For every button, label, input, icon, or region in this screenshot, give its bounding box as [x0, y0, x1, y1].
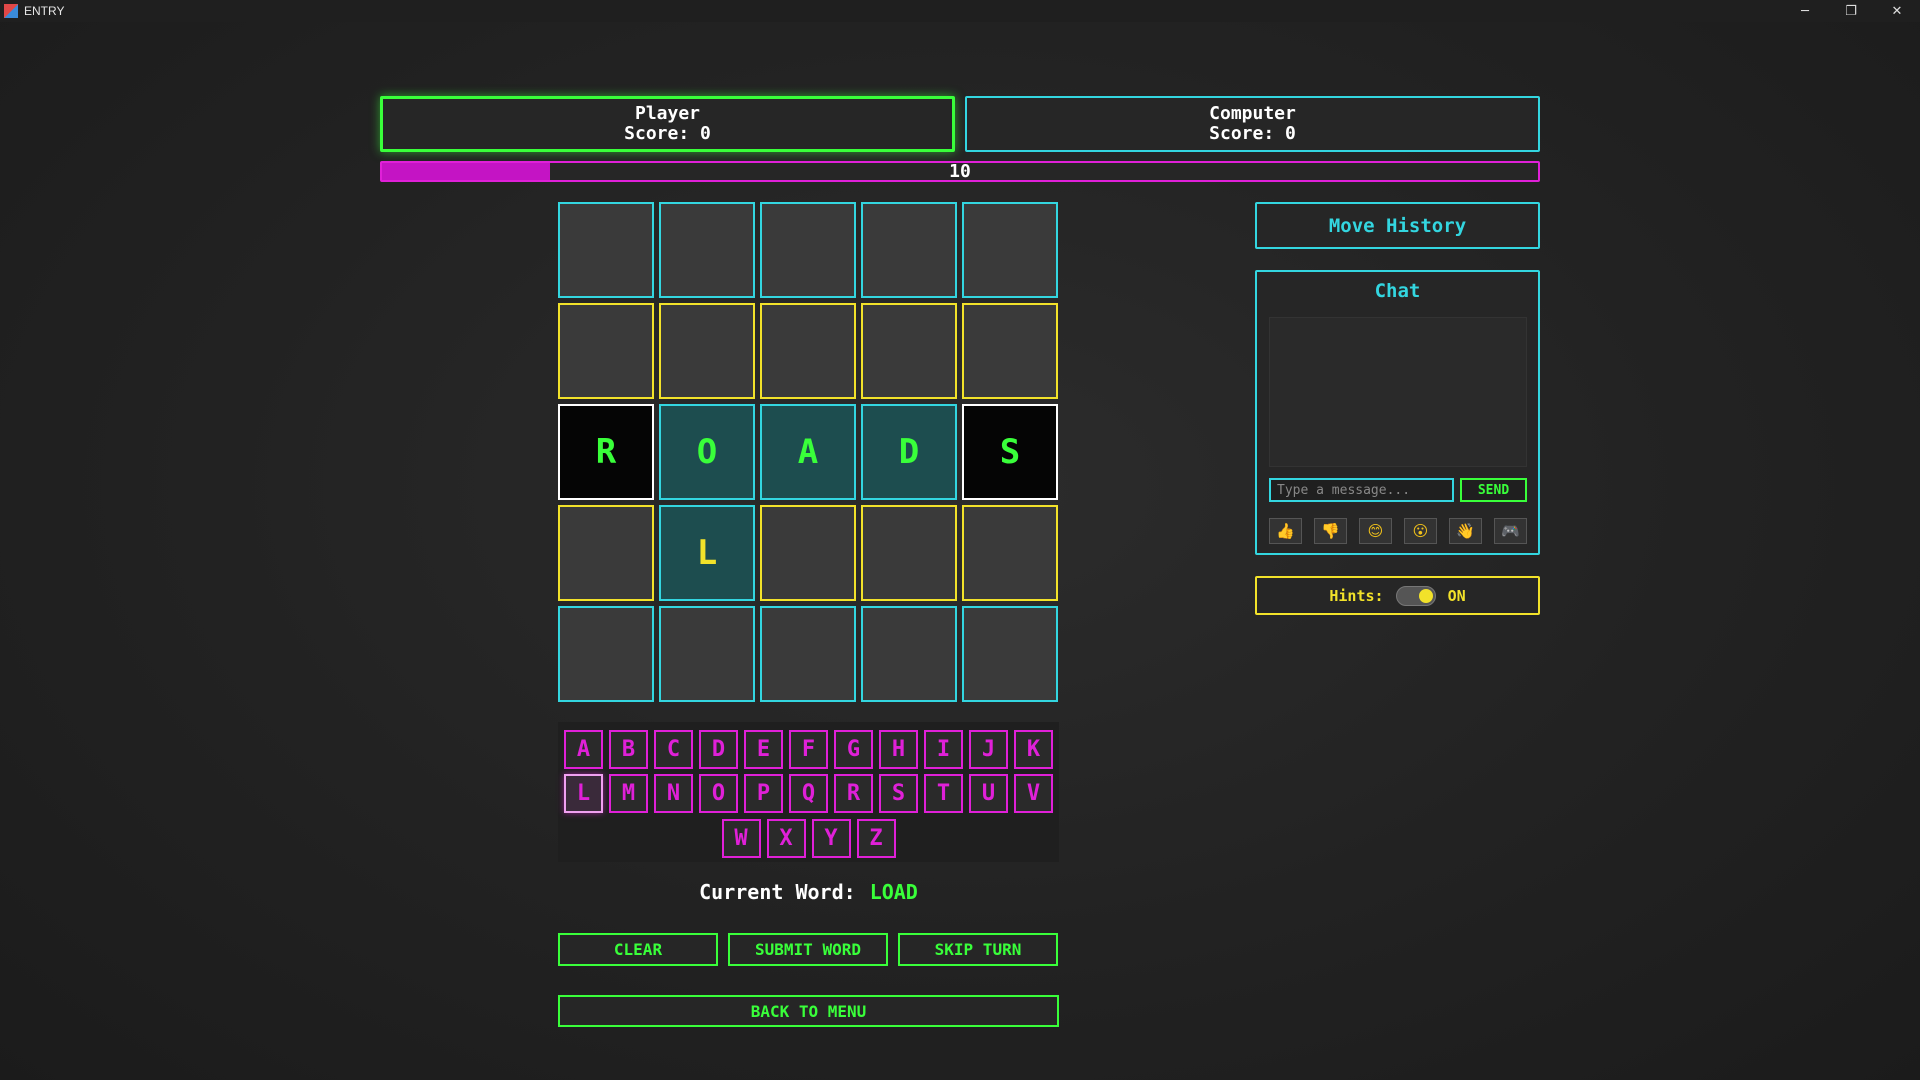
- player-name: Player: [634, 103, 701, 124]
- move-history-title: Move History: [1328, 214, 1467, 237]
- submit-word-button[interactable]: SUBMIT WORD: [728, 933, 888, 966]
- key-h[interactable]: H: [879, 730, 918, 769]
- window-title: ENTRY: [24, 4, 65, 18]
- turn-timer-value: 10: [949, 161, 971, 182]
- window-titlebar: ENTRY ─ ❐ ✕: [0, 0, 1920, 22]
- board-cell[interactable]: [861, 303, 957, 399]
- board-cell[interactable]: O: [659, 404, 755, 500]
- board-cell[interactable]: [962, 606, 1058, 702]
- board-cell[interactable]: [558, 303, 654, 399]
- skip-turn-button[interactable]: SKIP TURN: [898, 933, 1058, 966]
- game-board: ROADS L: [558, 202, 1059, 702]
- key-z[interactable]: Z: [856, 819, 896, 858]
- key-t[interactable]: T: [924, 774, 963, 813]
- key-m[interactable]: M: [609, 774, 648, 813]
- board-cell[interactable]: [760, 303, 856, 399]
- thumbs-up-icon[interactable]: 👍: [1269, 518, 1302, 544]
- board-cell[interactable]: [861, 606, 957, 702]
- board-cell[interactable]: [558, 606, 654, 702]
- key-c[interactable]: C: [654, 730, 693, 769]
- keyboard-row: ABCDEFGHIJK: [558, 730, 1059, 769]
- wave-icon[interactable]: 👋: [1449, 518, 1482, 544]
- key-i[interactable]: I: [924, 730, 963, 769]
- computer-score-box: Computer Score: 0: [965, 96, 1540, 152]
- key-l[interactable]: L: [564, 774, 603, 813]
- player-score-box: Player Score: 0: [380, 96, 955, 152]
- board-cell[interactable]: [760, 505, 856, 601]
- key-b[interactable]: B: [609, 730, 648, 769]
- player-score: Score: 0: [624, 123, 711, 144]
- key-v[interactable]: V: [1014, 774, 1053, 813]
- send-button[interactable]: SEND: [1460, 478, 1527, 502]
- computer-name: Computer: [1209, 103, 1296, 124]
- thumbs-down-icon[interactable]: 👎: [1314, 518, 1347, 544]
- turn-timer-bar: 10: [380, 161, 1540, 182]
- hints-toggle[interactable]: [1395, 585, 1436, 606]
- chat-panel: Chat Type a message... SEND 👍 👎 😊 😮 👋 🎮: [1255, 270, 1540, 555]
- board-cell[interactable]: [659, 303, 755, 399]
- key-s[interactable]: S: [879, 774, 918, 813]
- maximize-icon[interactable]: ❐: [1828, 0, 1874, 22]
- key-k[interactable]: K: [1014, 730, 1053, 769]
- computer-score: Score: 0: [1209, 123, 1296, 144]
- key-g[interactable]: G: [834, 730, 873, 769]
- chat-log[interactable]: [1269, 317, 1527, 467]
- hints-label: Hints:: [1329, 586, 1384, 605]
- board-cell[interactable]: [558, 202, 654, 298]
- back-to-menu-button[interactable]: BACK TO MENU: [558, 995, 1059, 1027]
- letter-keyboard: ABCDEFGHIJK LMNOPQRSTUV WXYZ: [558, 722, 1059, 862]
- board-cell[interactable]: L: [659, 505, 755, 601]
- key-a[interactable]: A: [564, 730, 603, 769]
- clear-button[interactable]: CLEAR: [558, 933, 718, 966]
- board-cell[interactable]: R: [558, 404, 654, 500]
- board-cell[interactable]: [760, 202, 856, 298]
- current-word: Current Word: LOAD: [558, 880, 1059, 904]
- chat-message-input[interactable]: Type a message...: [1269, 478, 1454, 502]
- hints-state: ON: [1447, 586, 1466, 605]
- key-n[interactable]: N: [654, 774, 693, 813]
- hints-panel: Hints: ON: [1255, 576, 1540, 615]
- key-q[interactable]: Q: [789, 774, 828, 813]
- key-r[interactable]: R: [834, 774, 873, 813]
- key-p[interactable]: P: [744, 774, 783, 813]
- board-cell[interactable]: [659, 202, 755, 298]
- minimize-icon[interactable]: ─: [1782, 0, 1828, 22]
- key-u[interactable]: U: [969, 774, 1008, 813]
- current-word-label: Current Word:: [699, 880, 856, 904]
- hints-toggle-knob: [1418, 588, 1433, 603]
- gamepad-icon[interactable]: 🎮: [1494, 518, 1527, 544]
- key-o[interactable]: O: [699, 774, 738, 813]
- current-word-value: LOAD: [869, 880, 918, 904]
- close-icon[interactable]: ✕: [1874, 0, 1920, 22]
- board-cell[interactable]: [962, 303, 1058, 399]
- surprised-icon[interactable]: 😮: [1404, 518, 1437, 544]
- reaction-row: 👍 👎 😊 😮 👋 🎮: [1269, 518, 1527, 544]
- app-icon: [4, 4, 18, 18]
- board-cell[interactable]: S: [962, 404, 1058, 500]
- chat-title: Chat: [1374, 280, 1421, 302]
- board-cell[interactable]: A: [760, 404, 856, 500]
- key-w[interactable]: W: [721, 819, 761, 858]
- board-cell[interactable]: [861, 202, 957, 298]
- key-e[interactable]: E: [744, 730, 783, 769]
- board-cell[interactable]: [861, 505, 957, 601]
- board-cell[interactable]: D: [861, 404, 957, 500]
- key-y[interactable]: Y: [811, 819, 851, 858]
- board-cell[interactable]: [760, 606, 856, 702]
- key-d[interactable]: D: [699, 730, 738, 769]
- keyboard-row: LMNOPQRSTUV: [558, 774, 1059, 813]
- key-x[interactable]: X: [766, 819, 806, 858]
- key-f[interactable]: F: [789, 730, 828, 769]
- window-controls: ─ ❐ ✕: [1782, 0, 1920, 22]
- board-cell[interactable]: [962, 505, 1058, 601]
- board-cell[interactable]: [659, 606, 755, 702]
- board-cell[interactable]: [962, 202, 1058, 298]
- smile-icon[interactable]: 😊: [1359, 518, 1392, 544]
- move-history-button[interactable]: Move History: [1255, 202, 1540, 249]
- keyboard-row: WXYZ: [558, 819, 1059, 858]
- board-cell[interactable]: [558, 505, 654, 601]
- key-j[interactable]: J: [969, 730, 1008, 769]
